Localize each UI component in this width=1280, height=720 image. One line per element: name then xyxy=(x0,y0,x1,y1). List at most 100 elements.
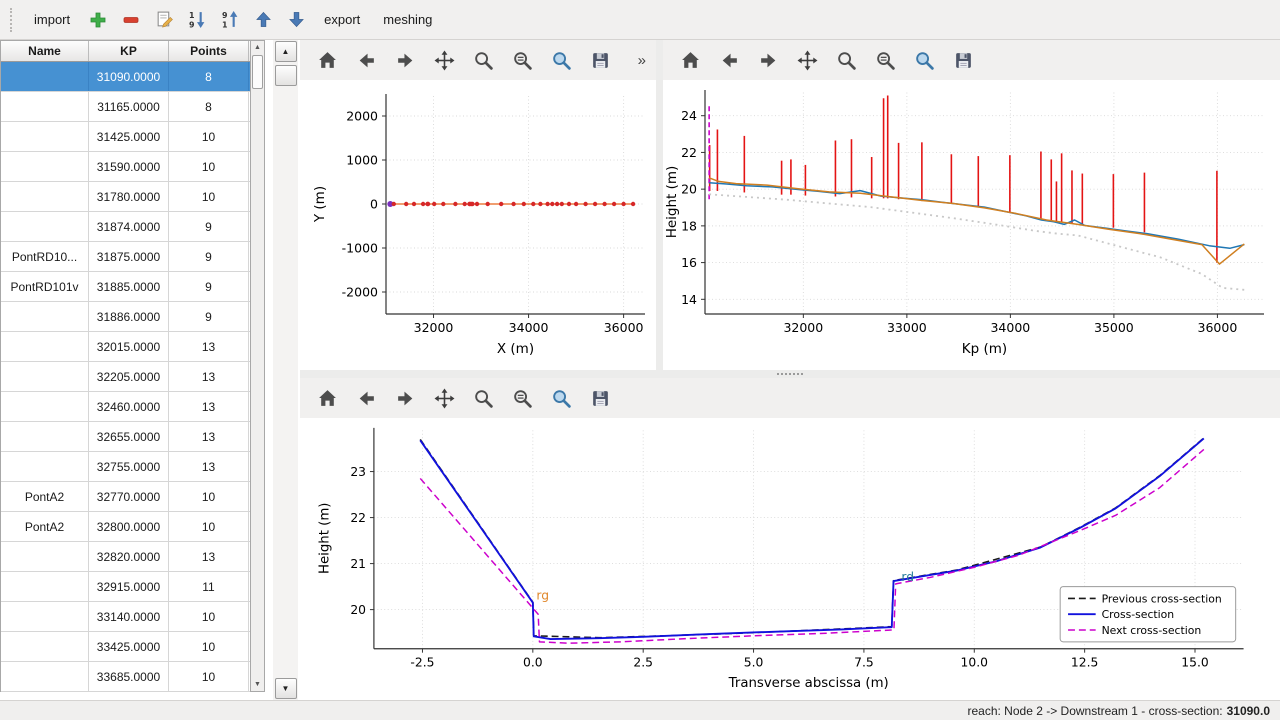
table-row[interactable]: 32915.000011 xyxy=(1,572,250,602)
table-row[interactable]: 33425.000010 xyxy=(1,632,250,662)
back-button[interactable] xyxy=(351,45,381,75)
toolbar-grip[interactable] xyxy=(10,8,16,32)
table-row[interactable]: 32820.000013 xyxy=(1,542,250,572)
svg-text:Height (m): Height (m) xyxy=(664,166,680,239)
svg-text:24: 24 xyxy=(681,108,697,123)
remove-cross-section-button[interactable] xyxy=(117,6,145,34)
pan-button[interactable] xyxy=(792,45,822,75)
table-row[interactable]: 33685.000010 xyxy=(1,662,250,692)
table-row[interactable]: 31780.000010 xyxy=(1,182,250,212)
cross-section-plot[interactable]: -2.50.02.55.07.510.012.515.020212223rgrd… xyxy=(300,418,1280,700)
svg-text:34000: 34000 xyxy=(509,320,549,335)
svg-text:18: 18 xyxy=(681,218,697,233)
status-cross-section-value: 31090.0 xyxy=(1227,704,1270,718)
zoom-button[interactable] xyxy=(468,45,498,75)
home-button[interactable] xyxy=(312,383,342,413)
cell-name xyxy=(1,92,89,121)
column-header-kp[interactable]: KP xyxy=(89,41,169,61)
zoom-button[interactable] xyxy=(831,45,861,75)
edit-cross-section-button[interactable] xyxy=(150,6,178,34)
menu-meshing[interactable]: meshing xyxy=(374,7,441,32)
sort-ascending-button[interactable] xyxy=(183,6,211,34)
cell-points: 13 xyxy=(169,392,249,421)
sort-descending-button[interactable] xyxy=(216,6,244,34)
table-scrollbar-thumb[interactable] xyxy=(252,55,263,89)
cell-name xyxy=(1,152,89,181)
table-row[interactable]: 31090.00008 xyxy=(1,62,250,92)
panel-scroll-down-button[interactable]: ▼ xyxy=(275,678,297,699)
save-button[interactable] xyxy=(948,45,978,75)
table-row[interactable]: 31886.00009 xyxy=(1,302,250,332)
table-row[interactable]: 31165.00008 xyxy=(1,92,250,122)
add-cross-section-button[interactable] xyxy=(84,6,112,34)
cell-kp: 32770.0000 xyxy=(89,482,169,511)
subplots-button[interactable] xyxy=(507,45,537,75)
svg-text:X (m): X (m) xyxy=(497,341,534,357)
menu-export[interactable]: export xyxy=(315,7,369,32)
table-row[interactable]: PontA232800.000010 xyxy=(1,512,250,542)
svg-text:1000: 1000 xyxy=(346,153,378,168)
back-icon xyxy=(356,388,377,409)
panel-scroll-up-button[interactable]: ▲ xyxy=(275,41,297,62)
table-row[interactable]: 31590.000010 xyxy=(1,152,250,182)
longitudinal-profile-plot[interactable]: 3200033000340003500036000141618202224Kp … xyxy=(663,80,1280,370)
table-row[interactable]: 32460.000013 xyxy=(1,392,250,422)
table-row[interactable]: 32655.000013 xyxy=(1,422,250,452)
table-row[interactable]: PontA232770.000010 xyxy=(1,482,250,512)
cell-kp: 31090.0000 xyxy=(89,62,169,91)
home-button[interactable] xyxy=(675,45,705,75)
plus-icon xyxy=(89,11,107,29)
horizontal-splitter[interactable] xyxy=(300,370,1280,378)
plan-view-plot[interactable]: 320003400036000-2000-1000010002000X (m)Y… xyxy=(300,80,656,370)
scrollbar-down-arrow[interactable]: ▼ xyxy=(251,678,264,691)
table-row[interactable]: 32755.000013 xyxy=(1,452,250,482)
cell-kp: 32460.0000 xyxy=(89,392,169,421)
cell-points: 10 xyxy=(169,662,249,691)
table-row[interactable]: PontRD101v31885.00009 xyxy=(1,272,250,302)
scrollbar-up-arrow[interactable]: ▲ xyxy=(251,41,264,54)
move-down-button[interactable] xyxy=(282,6,310,34)
svg-text:Next cross-section: Next cross-section xyxy=(1102,624,1202,637)
panel-scrollbar-thumb[interactable] xyxy=(275,65,297,86)
table-row[interactable]: 31425.000010 xyxy=(1,122,250,152)
table-row[interactable]: 32015.000013 xyxy=(1,332,250,362)
cell-points: 10 xyxy=(169,152,249,181)
customize-button[interactable] xyxy=(546,45,576,75)
toolbar-overflow-button[interactable]: » xyxy=(632,50,652,71)
table-row[interactable]: 32205.000013 xyxy=(1,362,250,392)
table-row[interactable]: 31874.00009 xyxy=(1,212,250,242)
forward-button[interactable] xyxy=(390,45,420,75)
back-button[interactable] xyxy=(351,383,381,413)
cell-points: 10 xyxy=(169,602,249,631)
menu-import[interactable]: import xyxy=(25,7,79,32)
cell-name: PontA2 xyxy=(1,512,89,541)
cell-name: PontA2 xyxy=(1,482,89,511)
subplots-button[interactable] xyxy=(870,45,900,75)
cell-name xyxy=(1,182,89,211)
zoom-button[interactable] xyxy=(468,383,498,413)
table-scrollbar[interactable]: ▲ ▼ xyxy=(250,40,265,692)
cell-name xyxy=(1,452,89,481)
forward-button[interactable] xyxy=(753,45,783,75)
pan-icon xyxy=(797,50,818,71)
cell-kp: 32800.0000 xyxy=(89,512,169,541)
subplots-button[interactable] xyxy=(507,383,537,413)
move-up-button[interactable] xyxy=(249,6,277,34)
back-button[interactable] xyxy=(714,45,744,75)
pan-button[interactable] xyxy=(429,45,459,75)
forward-button[interactable] xyxy=(390,383,420,413)
table-row[interactable]: 33140.000010 xyxy=(1,602,250,632)
panel-scrollbar[interactable]: ▲ ▼ xyxy=(273,40,298,700)
vertical-splitter[interactable] xyxy=(656,40,663,370)
customize-button[interactable] xyxy=(909,45,939,75)
column-header-points[interactable]: Points xyxy=(169,41,249,61)
cell-name xyxy=(1,212,89,241)
save-button[interactable] xyxy=(585,383,615,413)
section-plot-toolbar xyxy=(300,378,1280,418)
save-button[interactable] xyxy=(585,45,615,75)
table-row[interactable]: PontRD10...31875.00009 xyxy=(1,242,250,272)
home-button[interactable] xyxy=(312,45,342,75)
customize-button[interactable] xyxy=(546,383,576,413)
column-header-name[interactable]: Name xyxy=(1,41,89,61)
pan-button[interactable] xyxy=(429,383,459,413)
